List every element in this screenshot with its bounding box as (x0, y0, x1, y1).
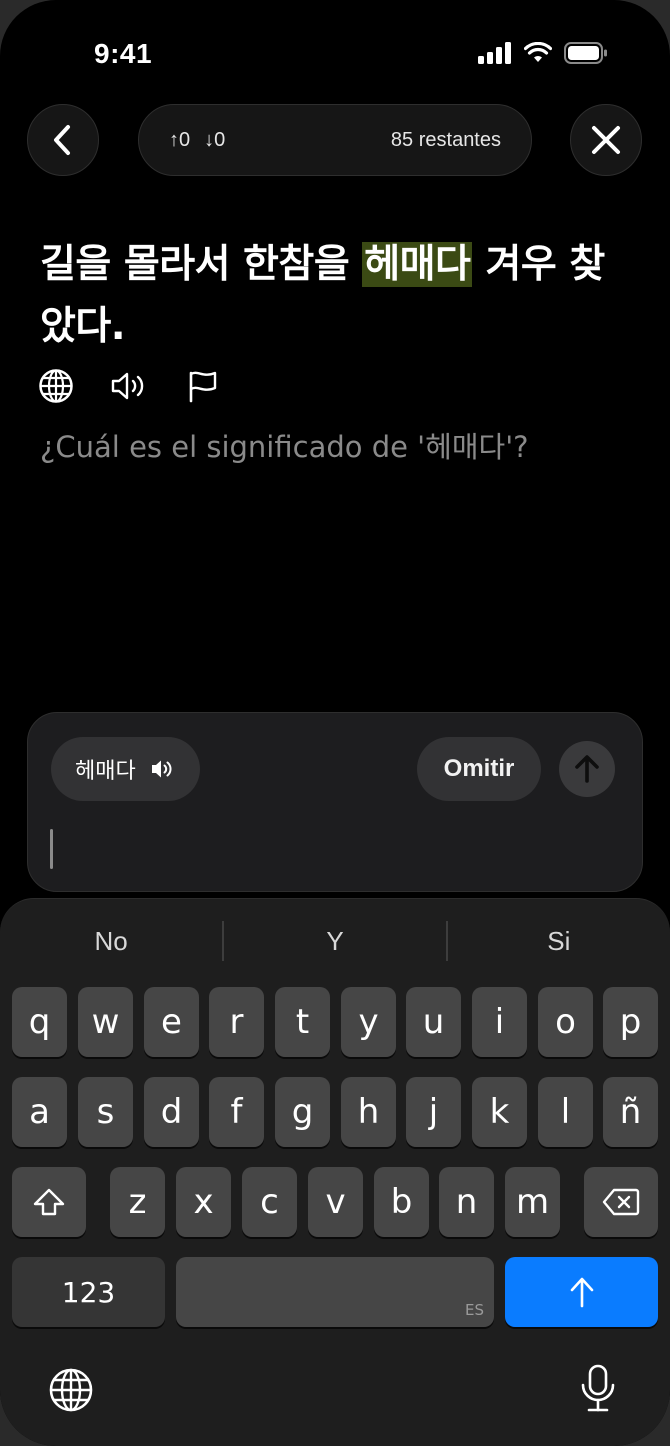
answer-card: 헤매다 Omitir (27, 712, 643, 892)
incorrect-count: ↓0 (204, 128, 226, 151)
sentence-before: 길을 몰라서 한참을 (40, 242, 363, 287)
status-icons (478, 42, 608, 64)
key-m[interactable]: m (505, 1167, 560, 1237)
text-cursor[interactable] (50, 829, 53, 869)
close-button[interactable] (570, 104, 642, 176)
key-j[interactable]: j (406, 1077, 461, 1147)
back-button[interactable] (27, 104, 99, 176)
shift-key[interactable] (12, 1167, 86, 1237)
key-b[interactable]: b (374, 1167, 429, 1237)
key-s[interactable]: s (78, 1077, 133, 1147)
key-q[interactable]: q (12, 987, 67, 1057)
example-sentence: 길을 몰라서 한참을 헤매다 겨우 찾았다. (40, 234, 636, 358)
delete-key[interactable] (584, 1167, 658, 1237)
key-i[interactable]: i (472, 987, 527, 1057)
key-r[interactable]: r (209, 987, 264, 1057)
key-x[interactable]: x (176, 1167, 231, 1237)
wifi-icon (524, 42, 552, 62)
key-ntilde[interactable]: ñ (603, 1077, 658, 1147)
suggestion-bar: No Y Si (0, 917, 670, 965)
microphone-icon[interactable] (580, 1363, 616, 1415)
sentence-tools (38, 368, 220, 404)
remaining-count: 85 restantes (390, 128, 501, 151)
arrow-up-icon (575, 755, 599, 783)
speaker-filled-icon (151, 760, 172, 778)
word-audio-chip[interactable]: 헤매다 (51, 737, 200, 801)
submit-button[interactable] (559, 741, 615, 797)
key-z[interactable]: z (110, 1167, 165, 1237)
correct-count: ↑0 (169, 128, 191, 151)
key-g[interactable]: g (275, 1077, 330, 1147)
key-u[interactable]: u (406, 987, 461, 1057)
return-key[interactable] (505, 1257, 658, 1327)
numbers-key[interactable]: 123 (12, 1257, 165, 1327)
omit-button[interactable]: Omitir (417, 737, 541, 801)
question-text: ¿Cuál es el significado de '헤매다'? (40, 430, 529, 464)
progress-pill: ↑0 ↓0 85 restantes (138, 104, 532, 176)
close-icon (592, 126, 620, 154)
status-time: 9:41 (94, 38, 153, 69)
target-word-highlight: 헤매다 (362, 242, 473, 287)
delete-backspace-icon (602, 1188, 640, 1216)
key-a[interactable]: a (12, 1077, 67, 1147)
key-f[interactable]: f (209, 1077, 264, 1147)
suggestion-2[interactable]: Y (224, 917, 446, 965)
key-l[interactable]: l (538, 1077, 593, 1147)
keyboard: No Y Si q w e r t y u i o p a s d f g h … (0, 898, 670, 1446)
globe-icon[interactable] (38, 368, 74, 404)
key-v[interactable]: v (308, 1167, 363, 1237)
cellular-signal-icon (478, 42, 511, 64)
arrow-up-icon (570, 1277, 593, 1308)
answer-counts: ↑0 ↓0 (169, 129, 225, 152)
word-chip-label: 헤매다 (75, 759, 136, 784)
key-t[interactable]: t (275, 987, 330, 1057)
phone-screen: 9:41 ↑0 ↓0 85 restantes 길을 몰라서 한참을 헤매다 겨… (0, 0, 670, 1446)
flag-icon[interactable] (186, 369, 220, 403)
key-y[interactable]: y (341, 987, 396, 1057)
space-language-label: ES (465, 1301, 484, 1319)
battery-icon (564, 42, 607, 64)
key-c[interactable]: c (242, 1167, 297, 1237)
suggestion-3[interactable]: Si (448, 917, 670, 965)
speaker-icon[interactable] (110, 370, 150, 402)
suggestion-1[interactable]: No (0, 917, 222, 965)
key-o[interactable]: o (538, 987, 593, 1057)
key-k[interactable]: k (472, 1077, 527, 1147)
shift-icon (33, 1188, 65, 1216)
key-h[interactable]: h (341, 1077, 396, 1147)
key-p[interactable]: p (603, 987, 658, 1057)
key-e[interactable]: e (144, 987, 199, 1057)
globe-keyboard-icon[interactable] (48, 1367, 94, 1413)
key-n[interactable]: n (439, 1167, 494, 1237)
space-bar[interactable]: ES (176, 1257, 494, 1327)
chevron-left-icon (54, 125, 70, 155)
key-d[interactable]: d (144, 1077, 199, 1147)
key-w[interactable]: w (78, 987, 133, 1057)
